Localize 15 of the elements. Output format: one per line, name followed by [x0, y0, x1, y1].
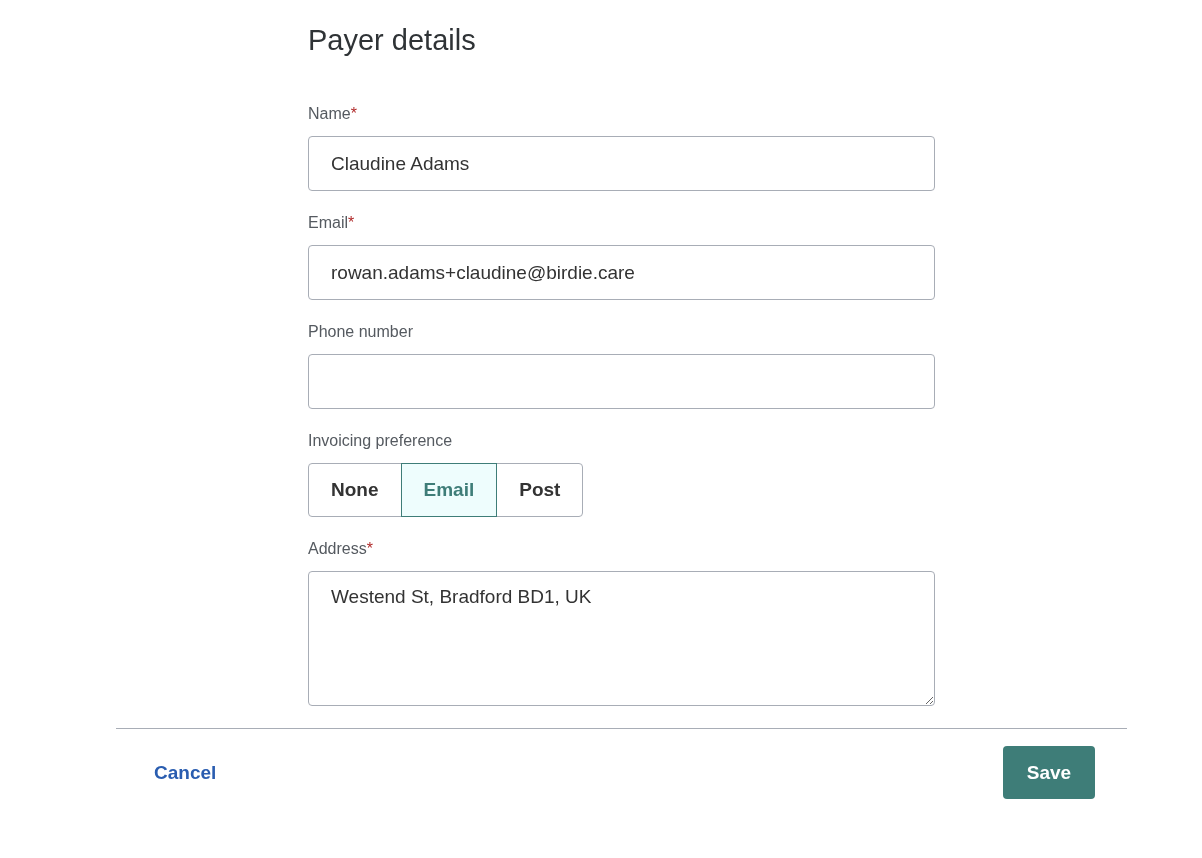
- field-label: Address*: [308, 539, 374, 559]
- field-label: Invoicing preference: [308, 431, 454, 451]
- input-field[interactable]: [308, 354, 935, 409]
- input-field[interactable]: Claudine Adams: [308, 136, 935, 191]
- field-label: Email*: [308, 213, 356, 233]
- save-button[interactable]: Save: [1003, 746, 1095, 799]
- field-label: Name*: [308, 104, 358, 124]
- text-area[interactable]: Westend St, Bradford BD1, UK: [308, 571, 935, 706]
- option-toggle[interactable]: Post: [496, 463, 584, 517]
- field-label: Phone number: [308, 322, 414, 342]
- cancel-link[interactable]: Cancel: [154, 761, 217, 784]
- option-toggle[interactable]: None: [308, 463, 402, 517]
- option-toggle[interactable]: Email: [400, 463, 498, 517]
- form-title: Payer details: [308, 23, 477, 58]
- input-field[interactable]: rowan.adams+claudine@birdie.care: [308, 245, 935, 300]
